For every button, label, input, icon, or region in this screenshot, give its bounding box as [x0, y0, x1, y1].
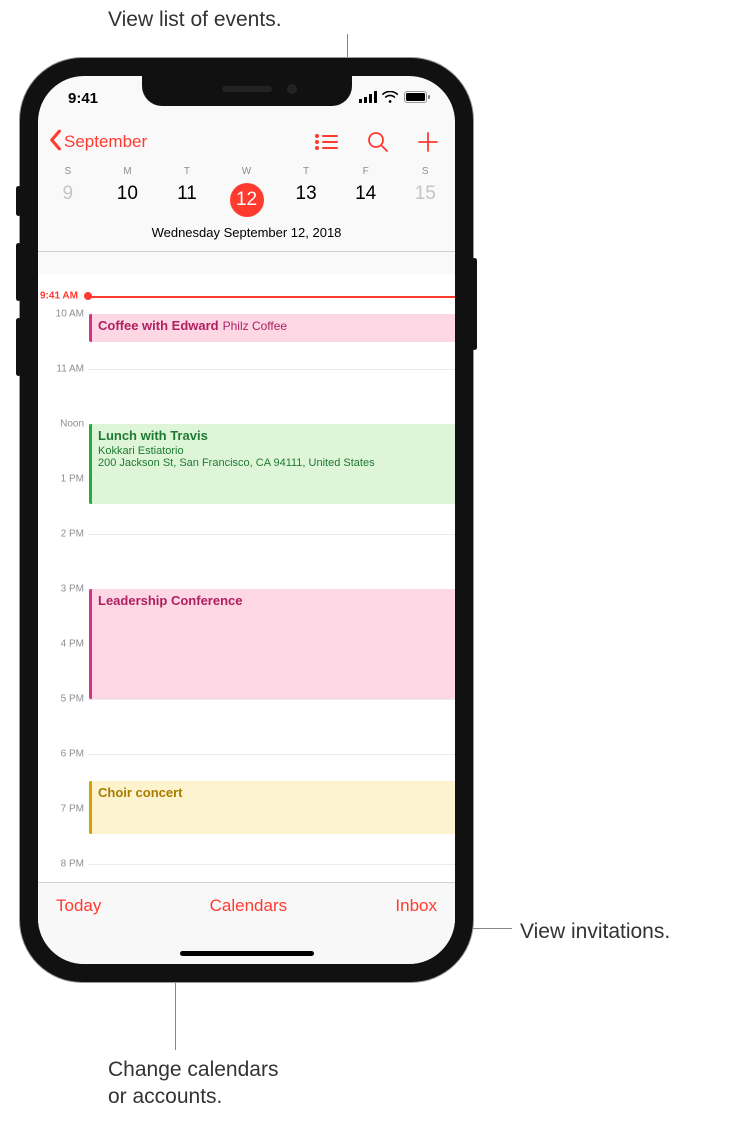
hour-label: 7 PM	[61, 804, 84, 815]
hour-gutter: 10 AM 11 AM Noon 1 PM 2 PM 3 PM 4 PM 5 PM 6 PM 7 …	[38, 274, 88, 882]
now-time-label: 9:41 AM	[40, 291, 78, 302]
now-dot	[84, 292, 92, 300]
day-number: 14	[355, 183, 376, 204]
now-line	[88, 296, 455, 298]
calendar-event[interactable]: Leadership Conference	[89, 589, 455, 699]
event-title: Lunch with Travis	[98, 428, 208, 443]
dow-label: M	[98, 164, 158, 177]
day-cell[interactable]: 9	[38, 177, 98, 221]
day-timeline[interactable]: 10 AM 11 AM Noon 1 PM 2 PM 3 PM 4 PM 5 PM 6 PM 7 …	[38, 274, 455, 882]
hour-line	[88, 754, 455, 755]
phone-body: 9:41 September	[20, 58, 473, 982]
day-number: 15	[415, 183, 436, 204]
notch	[142, 76, 352, 106]
hour-label: 3 PM	[61, 584, 84, 595]
list-icon	[315, 133, 339, 151]
hour-label: 10 AM	[56, 309, 84, 320]
day-number: 10	[117, 183, 138, 204]
event-title: Coffee with Edward	[98, 318, 219, 333]
bottom-toolbar: Today Calendars Inbox	[38, 882, 455, 964]
dow-label: W	[217, 164, 277, 177]
day-number: 11	[177, 183, 197, 204]
hour-line	[88, 534, 455, 535]
calendar-event[interactable]: Coffee with Edward Philz Coffee	[89, 314, 455, 342]
callout-list-text: View list of events.	[108, 6, 282, 33]
screen: 9:41 September	[38, 76, 455, 964]
date-label: Wednesday September 12, 2018	[38, 221, 455, 247]
hour-label: 6 PM	[61, 749, 84, 760]
hour-label: 1 PM	[61, 474, 84, 485]
search-icon	[367, 131, 389, 153]
calendar-event[interactable]: Choir concert	[89, 781, 455, 834]
volume-up-button	[16, 243, 21, 301]
week-days-row: 9 10 11 12 13 14 15	[38, 177, 455, 221]
wifi-icon	[382, 90, 399, 107]
day-cell[interactable]: 11	[157, 177, 217, 221]
event-address: 200 Jackson St, San Francisco, CA 94111,…	[98, 457, 449, 469]
day-cell[interactable]: 13	[276, 177, 336, 221]
hour-label: 4 PM	[61, 639, 84, 650]
mute-switch	[16, 186, 21, 216]
back-button[interactable]: September	[48, 129, 147, 156]
event-location: Philz Coffee	[223, 319, 287, 333]
home-indicator[interactable]	[180, 951, 314, 956]
inbox-button[interactable]: Inbox	[395, 896, 437, 916]
dow-label: T	[157, 164, 217, 177]
hour-label: 8 PM	[61, 859, 84, 870]
day-cell[interactable]: 10	[98, 177, 158, 221]
hour-label: 2 PM	[61, 529, 84, 540]
power-button	[472, 258, 477, 350]
volume-down-button	[16, 318, 21, 376]
day-cell[interactable]: 14	[336, 177, 396, 221]
hour-line	[88, 864, 455, 865]
event-subtitle: Kokkari Estiatorio	[98, 445, 449, 457]
hour-line	[88, 369, 455, 370]
week-dow-row: S M T W T F S	[38, 164, 455, 177]
hour-line	[88, 699, 455, 700]
nav-bar: September	[38, 120, 455, 164]
cellular-icon	[359, 90, 377, 107]
day-number: 9	[63, 183, 74, 204]
callout-calendars-text: Change calendars or accounts.	[108, 1056, 278, 1111]
hour-label: Noon	[60, 419, 84, 430]
event-title: Leadership Conference	[98, 593, 243, 608]
battery-icon	[404, 90, 431, 107]
day-cell[interactable]: 15	[395, 177, 455, 221]
day-number: 13	[296, 183, 317, 204]
plus-icon	[417, 131, 439, 153]
day-cell-selected[interactable]: 12	[217, 177, 277, 221]
week-strip: S M T W T F S 9 10 11 12 13 14 15 Wednes…	[38, 164, 455, 252]
list-view-button[interactable]	[315, 133, 339, 151]
day-number: 12	[230, 183, 264, 217]
chevron-left-icon	[48, 129, 62, 156]
calendars-button[interactable]: Calendars	[210, 896, 288, 916]
back-label: September	[64, 132, 147, 152]
today-button[interactable]: Today	[56, 896, 101, 916]
callout-inbox-text: View invitations.	[520, 918, 670, 945]
calendar-event[interactable]: Lunch with Travis Kokkari Estiatorio200 J…	[89, 424, 455, 504]
search-button[interactable]	[367, 131, 389, 153]
event-title: Choir concert	[98, 785, 183, 800]
dow-label: S	[38, 164, 98, 177]
status-time: 9:41	[62, 90, 98, 107]
dow-label: T	[276, 164, 336, 177]
hour-label: 11 AM	[56, 364, 84, 375]
dow-label: F	[336, 164, 396, 177]
hour-label: 5 PM	[61, 694, 84, 705]
add-event-button[interactable]	[417, 131, 439, 153]
dow-label: S	[395, 164, 455, 177]
